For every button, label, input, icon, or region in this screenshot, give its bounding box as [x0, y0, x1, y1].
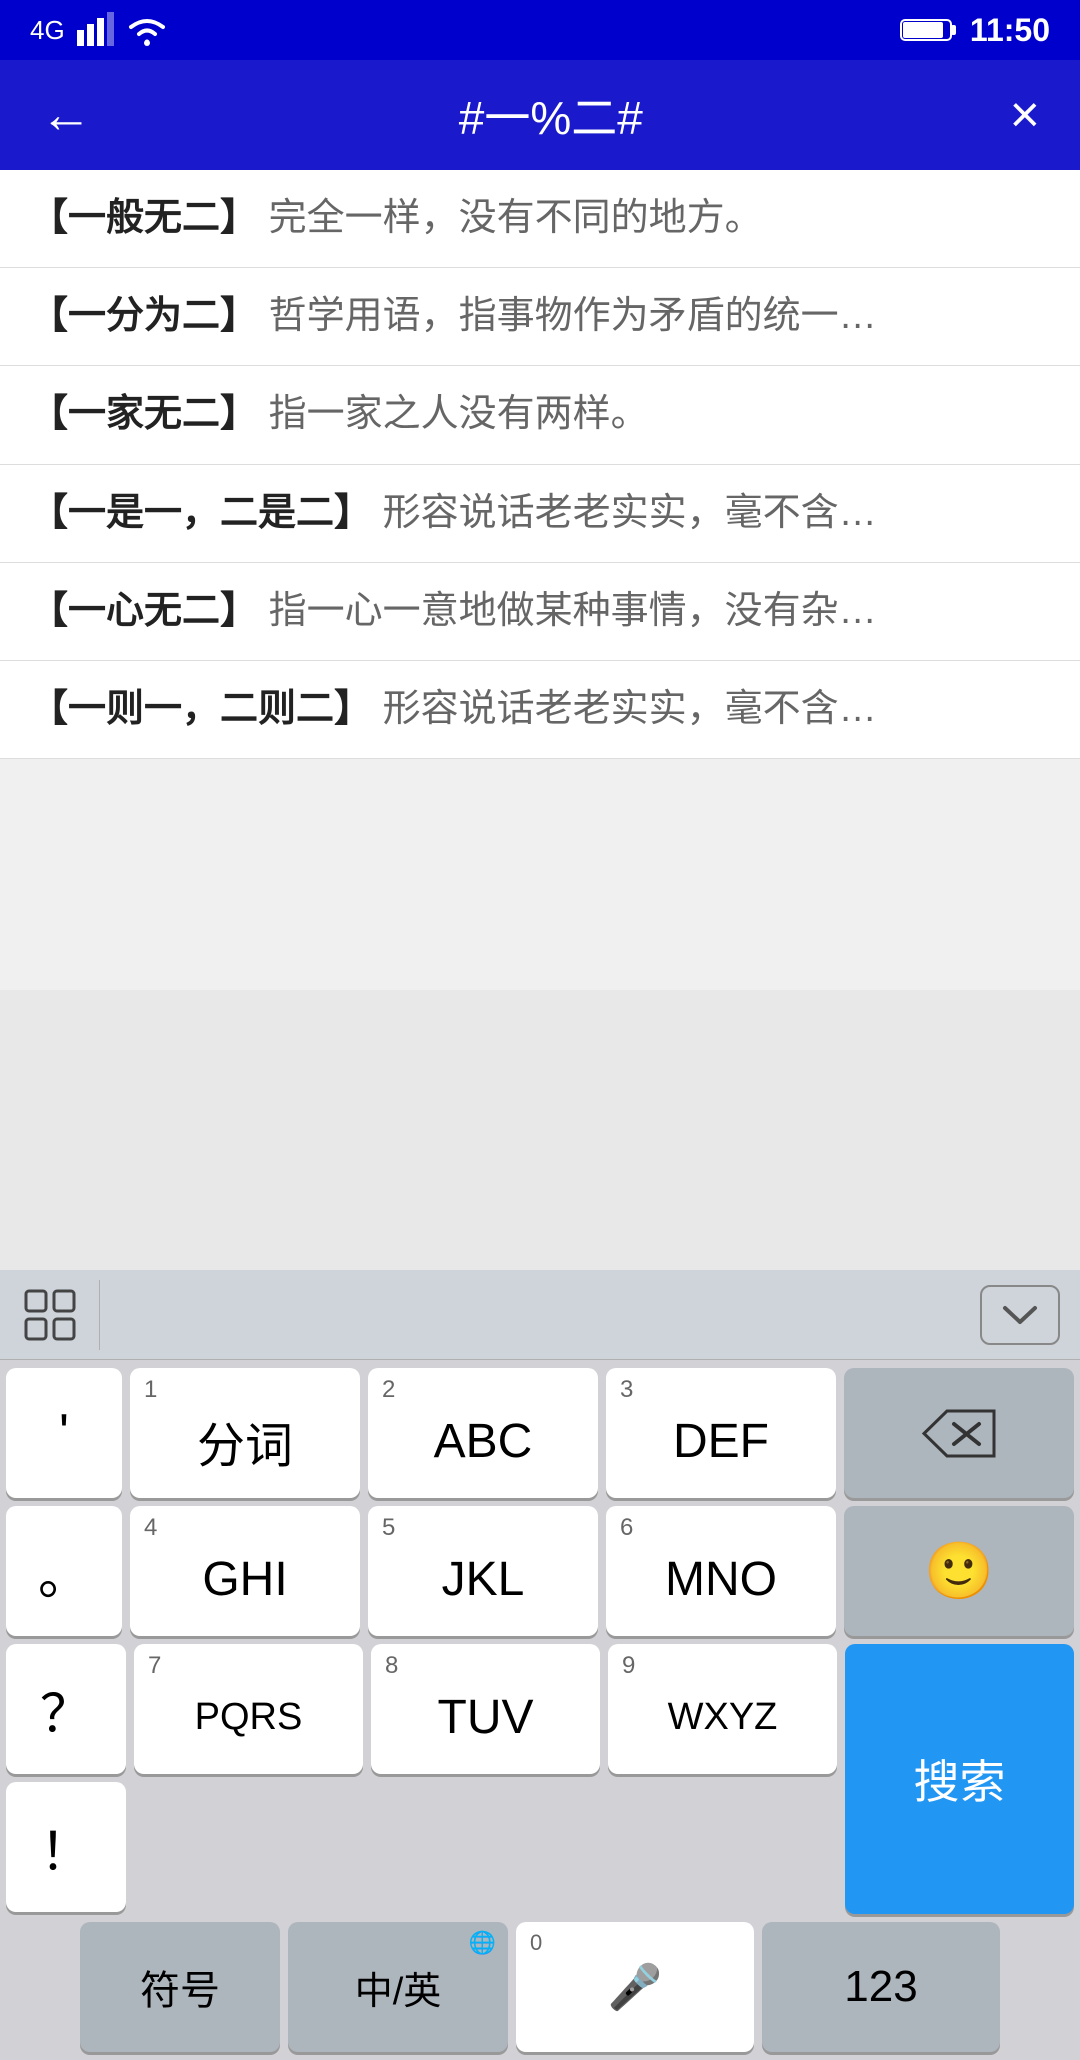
battery-icon [900, 15, 960, 45]
key-period[interactable]: 。 [6, 1506, 122, 1636]
keyboard: ' 1 分词 2 ABC 3 DEF [0, 1270, 1080, 2060]
keyboard-toolbar [0, 1270, 1080, 1360]
key-tuv-label: TUV [438, 1690, 534, 1745]
key-def[interactable]: 3 DEF [606, 1368, 836, 1498]
key-3-num: 3 [620, 1376, 633, 1404]
wifi-icon [125, 10, 169, 50]
key-mno[interactable]: 6 MNO [606, 1506, 836, 1636]
mic-icon: 🎤 [608, 1961, 663, 2013]
key-5-num: 5 [382, 1514, 395, 1542]
key-search[interactable]: 搜索 [845, 1644, 1074, 1914]
globe-icon: 🌐 [469, 1930, 496, 1956]
close-button[interactable]: × [1000, 75, 1050, 155]
key-6-num: 6 [620, 1514, 633, 1542]
status-right: 11:50 [900, 12, 1050, 49]
result-item-5[interactable]: 【一心无二】 指一心一意地做某种事情，没有杂… [0, 563, 1080, 661]
key-punct-label: 符号 [140, 1958, 220, 2016]
key-wxyz-label: WXYZ [668, 1696, 778, 1739]
key-7-num: 7 [148, 1652, 161, 1680]
keyboard-grid-icon[interactable] [20, 1280, 100, 1350]
key-period-label: 。 [38, 1534, 90, 1609]
signal-icon [75, 10, 115, 50]
key-abc-label: ABC [434, 1414, 533, 1469]
key-exclaim-label: ！ [40, 1810, 92, 1885]
key-row-2: 。 4 GHI 5 JKL 6 MNO 🙂 [6, 1506, 1074, 1636]
key-tuv[interactable]: 8 TUV [371, 1644, 600, 1774]
key-comma[interactable]: ' [6, 1368, 122, 1498]
key-rows: ' 1 分词 2 ABC 3 DEF [0, 1360, 1080, 2060]
key-9-num: 9 [622, 1652, 635, 1680]
header: ← #一%二# × [0, 60, 1080, 170]
back-button[interactable]: ← [30, 75, 102, 155]
key-ghi-label: GHI [202, 1552, 287, 1607]
key-search-label: 搜索 [914, 1746, 1006, 1812]
result-item-3[interactable]: 【一家无二】 指一家之人没有两样。 [0, 366, 1080, 464]
key-abc[interactable]: 2 ABC [368, 1368, 598, 1498]
backspace-icon [919, 1406, 999, 1461]
key-wxyz[interactable]: 9 WXYZ [608, 1644, 837, 1774]
key-emoji[interactable]: 🙂 [844, 1506, 1074, 1636]
result-def-4: 形容说话老老实实，毫不含… [383, 492, 877, 534]
result-item-6[interactable]: 【一则一，二则二】 形容说话老老实实，毫不含… [0, 661, 1080, 759]
search-title: #一%二# [122, 82, 980, 148]
result-def-5: 指一心一意地做某种事情，没有杂… [269, 590, 877, 632]
key-lang[interactable]: 🌐 中/英 [288, 1922, 508, 2052]
key-ghi[interactable]: 4 GHI [130, 1506, 360, 1636]
result-term-2: 【一分为二】 [30, 295, 258, 337]
key-question[interactable]: ？ [6, 1644, 126, 1774]
key-4-num: 4 [144, 1514, 157, 1542]
key-1-num: 1 [144, 1376, 157, 1404]
key-lang-label: 中/英 [355, 1960, 442, 2015]
key-pqrs[interactable]: 7 PQRS [134, 1644, 363, 1774]
result-term-3: 【一家无二】 [30, 393, 258, 435]
key-mno-label: MNO [665, 1552, 777, 1607]
key-fenCi-label: 分词 [197, 1406, 293, 1476]
key-def-label: DEF [673, 1414, 769, 1469]
key-comma-label: ' [59, 1403, 69, 1463]
key-zero-mic[interactable]: 0 🎤 [516, 1922, 754, 2052]
result-term-5: 【一心无二】 [30, 590, 258, 632]
key-123-label: 123 [844, 1962, 917, 2012]
key-pqrs-label: PQRS [195, 1696, 303, 1739]
result-term-4: 【一是一，二是二】 [30, 492, 372, 534]
key-jkl[interactable]: 5 JKL [368, 1506, 598, 1636]
key-jkl-label: JKL [442, 1552, 525, 1607]
result-def-6: 形容说话老老实实，毫不含… [383, 688, 877, 730]
result-item-4[interactable]: 【一是一，二是二】 形容说话老老实实，毫不含… [0, 465, 1080, 563]
key-row-3-4: ？ ！ 7 PQRS 8 TUV 9 WXYZ [6, 1644, 1074, 1914]
key-exclaim[interactable]: ！ [6, 1782, 126, 1912]
emoji-icon: 🙂 [924, 1538, 994, 1604]
results-list: 【一般无二】 完全一样，没有不同的地方。 【一分为二】 哲学用语，指事物作为矛盾… [0, 170, 1080, 990]
status-bar: 4G 11:50 [0, 0, 1080, 60]
key-123[interactable]: 123 [762, 1922, 1000, 2052]
key-2-num: 2 [382, 1376, 395, 1404]
result-def-2: 哲学用语，指事物作为矛盾的统一… [269, 295, 877, 337]
signal-text: 4G [30, 15, 65, 46]
empty-area [0, 990, 1080, 1270]
key-left-stack: ？ ！ [6, 1644, 126, 1914]
key-delete[interactable] [844, 1368, 1074, 1498]
keyboard-collapse-button[interactable] [980, 1285, 1060, 1345]
key-fenCi[interactable]: 1 分词 [130, 1368, 360, 1498]
status-left: 4G [30, 10, 169, 50]
result-def-3: 指一家之人没有两样。 [269, 393, 649, 435]
result-term-1: 【一般无二】 [30, 197, 258, 239]
result-item-1[interactable]: 【一般无二】 完全一样，没有不同的地方。 [0, 170, 1080, 268]
key-8-num: 8 [385, 1652, 398, 1680]
key-row-bottom: 符号 🌐 中/英 0 🎤 123 [6, 1922, 1074, 2052]
result-def-1: 完全一样，没有不同的地方。 [269, 197, 763, 239]
time-display: 11:50 [970, 12, 1050, 49]
key-punct[interactable]: 符号 [80, 1922, 280, 2052]
result-item-2[interactable]: 【一分为二】 哲学用语，指事物作为矛盾的统一… [0, 268, 1080, 366]
key-row-1: ' 1 分词 2 ABC 3 DEF [6, 1368, 1074, 1498]
result-term-6: 【一则一，二则二】 [30, 688, 372, 730]
key-question-label: ？ [40, 1672, 92, 1747]
key-0-num: 0 [530, 1930, 542, 1956]
